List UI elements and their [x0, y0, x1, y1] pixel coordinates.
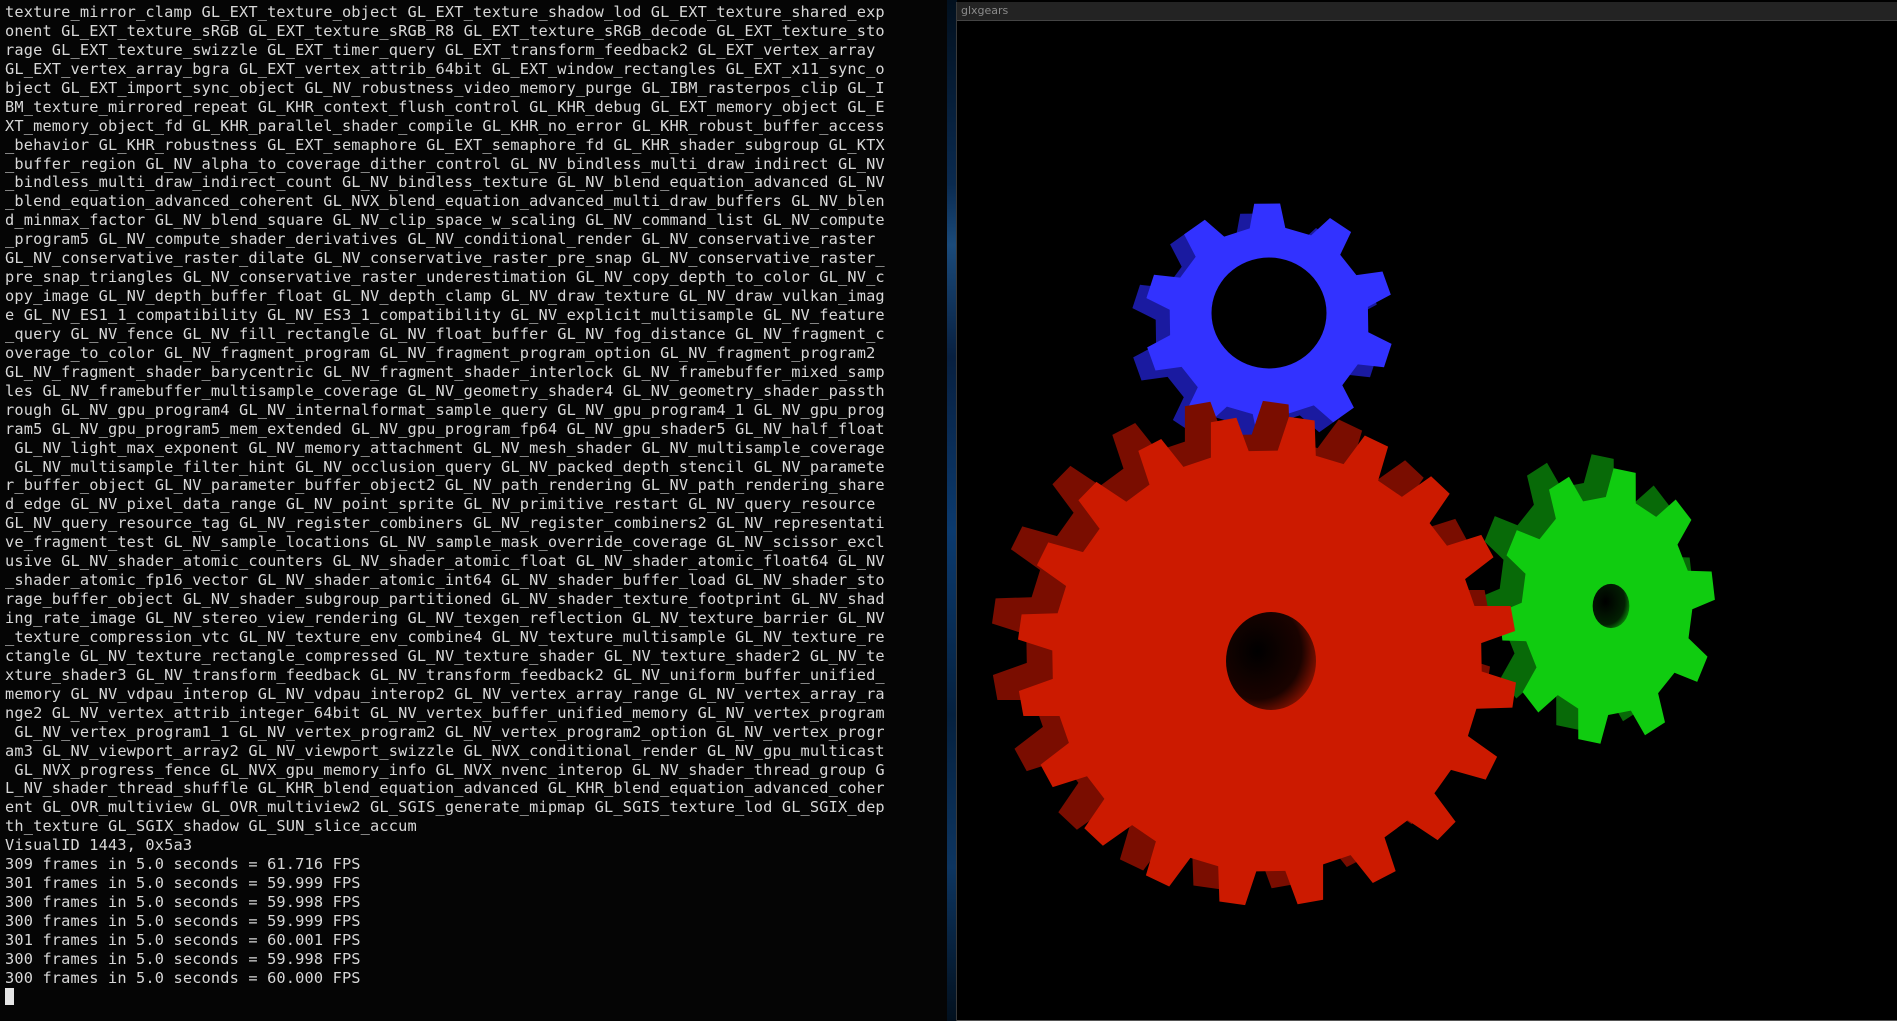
- terminal-line: BM_texture_mirrored_repeat GL_KHR_contex…: [5, 97, 885, 116]
- terminal-line: les GL_NV_framebuffer_multisample_covera…: [5, 381, 885, 400]
- terminal-line: _behavior GL_KHR_robustness GL_EXT_semap…: [5, 135, 885, 154]
- terminal-line: _bindless_multi_draw_indirect_count GL_N…: [5, 173, 885, 192]
- terminal-line: 300 frames in 5.0 seconds = 59.998 FPS: [5, 949, 361, 968]
- terminal-line: rough GL_NV_gpu_program4 GL_NV_internalf…: [5, 400, 885, 419]
- terminal-line: onent GL_EXT_texture_sRGB GL_EXT_texture…: [5, 21, 885, 40]
- terminal-line: ram5 GL_NV_gpu_program5_mem_extended GL_…: [5, 419, 885, 438]
- terminal-line: texture_mirror_clamp GL_EXT_texture_obje…: [5, 3, 885, 21]
- terminal-line: 301 frames in 5.0 seconds = 60.001 FPS: [5, 930, 361, 949]
- terminal-line: _shader_atomic_fp16_vector GL_NV_shader_…: [5, 571, 885, 590]
- terminal-window[interactable]: texture_mirror_clamp GL_EXT_texture_obje…: [0, 0, 947, 1021]
- terminal-line: bject GL_EXT_import_sync_object GL_NV_ro…: [5, 78, 885, 97]
- terminal-line: 300 frames in 5.0 seconds = 60.000 FPS: [5, 968, 361, 987]
- terminal-line: GL_NV_fragment_shader_barycentric GL_NV_…: [5, 362, 885, 381]
- terminal-line: ing_rate_image GL_NV_stereo_view_renderi…: [5, 609, 885, 627]
- green-gear-hole: [1592, 583, 1630, 629]
- glxgears-window[interactable]: glxgears: [956, 2, 1897, 1021]
- terminal-output[interactable]: texture_mirror_clamp GL_EXT_texture_obje…: [5, 3, 945, 1007]
- terminal-line: rage GL_EXT_texture_swizzle GL_EXT_timer…: [5, 40, 876, 59]
- terminal-line: _blend_equation_advanced_coherent GL_NVX…: [5, 192, 885, 211]
- prompt-line[interactable]: [5, 987, 945, 1007]
- terminal-line: 309 frames in 5.0 seconds = 61.716 FPS: [5, 855, 361, 874]
- terminal-line: pre_snap_triangles GL_NV_conservative_ra…: [5, 268, 885, 287]
- red-gear: [992, 400, 1516, 906]
- terminal-line: _program5 GL_NV_compute_shader_derivativ…: [5, 230, 876, 249]
- terminal-line: overage_to_color GL_NV_fragment_program …: [5, 343, 876, 362]
- terminal-line: GL_NV_multisample_filter_hint GL_NV_occl…: [5, 457, 885, 476]
- window-titlebar[interactable]: glxgears: [957, 2, 1897, 21]
- terminal-line: am3 GL_NV_viewport_array2 GL_NV_viewport…: [5, 741, 885, 760]
- terminal-line: d_edge GL_NV_pixel_data_range GL_NV_poin…: [5, 495, 876, 514]
- terminal-line: GL_EXT_vertex_array_bgra GL_EXT_vertex_a…: [5, 59, 885, 78]
- desktop-screen: texture_mirror_clamp GL_EXT_texture_obje…: [0, 0, 1897, 1021]
- window-title: glxgears: [961, 4, 1009, 17]
- terminal-line: memory GL_NV_vdpau_interop GL_NV_vdpau_i…: [5, 684, 885, 703]
- terminal-line: nge2 GL_NV_vertex_attrib_integer_64bit G…: [5, 703, 885, 722]
- terminal-line: 300 frames in 5.0 seconds = 59.998 FPS: [5, 893, 361, 912]
- glxgears-canvas: [957, 21, 1897, 1021]
- terminal-line: XT_memory_object_fd GL_KHR_parallel_shad…: [5, 116, 885, 135]
- terminal-line: _buffer_region GL_NV_alpha_to_coverage_d…: [5, 154, 885, 173]
- terminal-cursor: [5, 987, 14, 1005]
- terminal-line: d_minmax_factor GL_NV_blend_square GL_NV…: [5, 211, 885, 230]
- terminal-line: e GL_NV_ES1_1_compatibility GL_NV_ES3_1_…: [5, 306, 885, 324]
- terminal-line: th_texture GL_SGIX_shadow GL_SUN_slice_a…: [5, 817, 417, 836]
- terminal-line: usive GL_NV_shader_atomic_counters GL_NV…: [5, 552, 885, 571]
- terminal-line: GL_NVX_progress_fence GL_NVX_gpu_memory_…: [5, 760, 885, 779]
- terminal-line: GL_NV_conservative_raster_dilate GL_NV_c…: [5, 249, 885, 268]
- terminal-line: L_NV_shader_thread_shuffle GL_KHR_blend_…: [5, 779, 885, 798]
- terminal-line: 300 frames in 5.0 seconds = 59.999 FPS: [5, 912, 361, 930]
- terminal-line: opy_image GL_NV_depth_buffer_float GL_NV…: [5, 287, 885, 306]
- terminal-line: xture_shader3 GL_NV_transform_feedback G…: [5, 665, 885, 684]
- terminal-line: _texture_compression_vtc GL_NV_texture_e…: [5, 627, 885, 646]
- terminal-line: ve_fragment_test GL_NV_sample_locations …: [5, 533, 885, 552]
- terminal-line: GL_NV_light_max_exponent GL_NV_memory_at…: [5, 438, 885, 457]
- terminal-line: 301 frames in 5.0 seconds = 59.999 FPS: [5, 874, 361, 893]
- terminal-line: r_buffer_object GL_NV_parameter_buffer_o…: [5, 476, 885, 495]
- terminal-line: ent GL_OVR_multiview GL_OVR_multiview2 G…: [5, 798, 885, 817]
- blue-gear-hole: [1211, 257, 1327, 369]
- red-gear-hole: [1226, 612, 1316, 710]
- terminal-line: rage_buffer_object GL_NV_shader_subgroup…: [5, 590, 885, 609]
- terminal-line: _query GL_NV_fence GL_NV_fill_rectangle …: [5, 324, 885, 343]
- terminal-line: VisualID 1443, 0x5a3: [5, 836, 193, 855]
- terminal-line: GL_NV_query_resource_tag GL_NV_register_…: [5, 514, 885, 533]
- terminal-line: GL_NV_vertex_program1_1 GL_NV_vertex_pro…: [5, 722, 885, 741]
- terminal-line: ctangle GL_NV_texture_rectangle_compress…: [5, 646, 885, 665]
